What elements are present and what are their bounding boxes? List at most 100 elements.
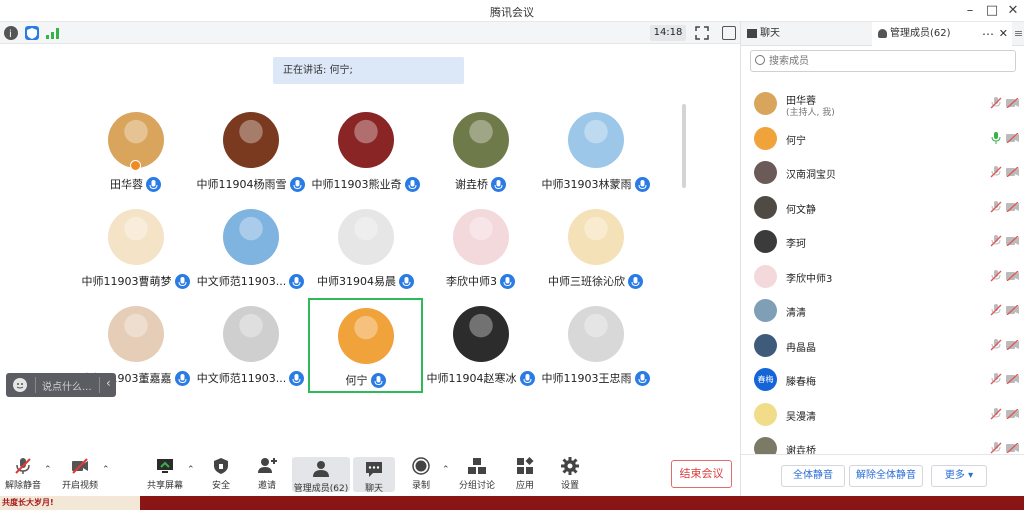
security-label: 安全 [211, 481, 230, 491]
share-label: 共享屏幕 [146, 481, 183, 491]
shield-icon[interactable] [25, 26, 39, 40]
member-row[interactable]: 春梅 滕春梅 [741, 362, 1024, 396]
participant-name-text: 中文师范11903... [196, 275, 287, 288]
layout-icon[interactable] [722, 26, 736, 40]
camera-off-icon[interactable] [1006, 373, 1020, 385]
avatar [754, 126, 777, 150]
close-button[interactable]: ✕ [1003, 2, 1023, 20]
mic-muted-icon[interactable] [990, 269, 1002, 282]
members-tab-icon [878, 28, 887, 38]
mic-icon [628, 273, 643, 289]
mic-muted-icon[interactable] [990, 97, 1002, 109]
participant-tile[interactable]: 中师31903林蒙雨 [538, 104, 653, 199]
video-options-caret-icon[interactable]: ⌃ [102, 465, 110, 475]
mic-muted-icon[interactable] [990, 338, 1002, 351]
invite-label: 邀请 [257, 481, 276, 491]
unmute-all-button[interactable]: 解除全体静音 [849, 465, 923, 487]
apps-button[interactable]: 应用 [510, 456, 540, 492]
camera-off-icon[interactable] [1006, 304, 1020, 316]
close-panel-icon[interactable]: ✕ [999, 22, 1008, 46]
maximize-button[interactable]: □ [982, 2, 1002, 20]
mic-muted-icon[interactable] [990, 166, 1002, 178]
member-row[interactable]: 清清 [741, 293, 1024, 327]
mic-active-icon[interactable] [990, 131, 1002, 144]
more-button[interactable]: 更多 ▾ [931, 465, 987, 487]
host-badge-icon [130, 160, 141, 171]
breakout-button[interactable]: 分组讨论 [458, 456, 496, 492]
tab-chat[interactable]: 聊天 [741, 22, 871, 46]
mic-muted-icon[interactable] [990, 373, 1002, 385]
mic-icon [634, 370, 650, 386]
member-row[interactable]: 何文静 [741, 190, 1024, 224]
settings-button[interactable]: 设置 [555, 456, 585, 492]
camera-off-icon[interactable] [1006, 235, 1020, 247]
participant-tile[interactable]: 中师11903王忠雨 [538, 298, 653, 393]
unmute-button[interactable]: 解除静音 [4, 456, 42, 492]
member-row[interactable]: 汉南洞宝贝 [741, 155, 1024, 189]
camera-off-icon[interactable] [1006, 201, 1020, 212]
member-row[interactable]: 冉晶晶 [741, 328, 1024, 362]
record-button[interactable]: 录制 [406, 456, 436, 492]
mic-muted-icon[interactable] [990, 200, 1002, 213]
chat-button[interactable]: 聊天 [353, 457, 395, 494]
info-icon[interactable]: i [4, 26, 18, 40]
breakout-rooms-icon [468, 458, 486, 474]
collapse-chevron-icon[interactable]: ‹ [106, 376, 111, 390]
signal-icon[interactable] [46, 27, 60, 39]
mic-muted-icon[interactable] [990, 235, 1002, 247]
grid-scrollbar[interactable] [682, 104, 686, 188]
side-panel: 聊天 管理成员(62) ⋯ ✕ ≡ 田华蓉(主持人, 我) 何宁汉南洞宝贝何文静李… [740, 22, 1024, 496]
mic-icon [500, 273, 515, 289]
manage-members-button[interactable]: 管理成员(62) [292, 457, 350, 494]
share-screen-button[interactable]: 共享屏幕 [146, 456, 184, 492]
background-strip: 共度长大岁月! [0, 496, 1024, 510]
member-row[interactable]: 田华蓉 (主持人, 我) [741, 86, 1024, 120]
chat-input-placeholder[interactable]: 说点什么... [42, 378, 92, 393]
participant-name-text: 中文师范11903... [196, 372, 287, 385]
member-name: 李欣中师3 [786, 273, 833, 285]
member-row[interactable]: 李欣中师3 [741, 259, 1024, 293]
tab-members[interactable]: 管理成员(62) ⋯ ✕ [872, 22, 1012, 46]
speaking-indicator: 正在讲话: 何宁; [273, 57, 464, 84]
avatar [452, 112, 509, 168]
end-meeting-button[interactable]: 结束会议 [671, 460, 732, 488]
member-row[interactable]: 何宁 [741, 121, 1024, 155]
member-name: 何宁 [786, 135, 806, 147]
camera-off-icon[interactable] [1006, 132, 1020, 143]
camera-off-icon[interactable] [1006, 97, 1020, 109]
mic-icon [146, 176, 161, 192]
mute-all-button[interactable]: 全体静音 [781, 465, 845, 487]
minimize-button[interactable]: – [960, 2, 980, 20]
member-search[interactable] [750, 50, 1016, 72]
record-options-caret-icon[interactable]: ⌃ [442, 465, 450, 475]
quick-chat-bar[interactable]: 说点什么... ‹ [6, 373, 116, 397]
participant-name-text: 中师11904赵寒冰 [426, 372, 517, 385]
emoji-icon[interactable] [13, 378, 27, 392]
mic-muted-icon[interactable] [990, 304, 1002, 316]
mic-muted-icon[interactable] [990, 407, 1002, 420]
fullscreen-icon[interactable] [695, 26, 709, 40]
avatar [754, 299, 777, 322]
avatar [107, 209, 164, 265]
camera-off-icon[interactable] [1006, 408, 1020, 419]
mic-muted-icon[interactable] [990, 442, 1002, 454]
security-button[interactable]: 安全 [206, 456, 236, 492]
share-options-caret-icon[interactable]: ⌃ [187, 465, 195, 475]
search-input[interactable] [769, 53, 1009, 69]
avatar: 春梅 [754, 368, 777, 391]
camera-off-icon[interactable] [1006, 270, 1020, 281]
invite-button[interactable]: 邀请 [252, 456, 282, 492]
members-icon [313, 461, 329, 477]
more-icon[interactable]: ⋯ [982, 22, 994, 46]
avatar [222, 209, 279, 265]
camera-off-icon[interactable] [1006, 442, 1020, 454]
menu-icon[interactable]: ≡ [1012, 22, 1024, 46]
start-video-button[interactable]: 开启视频 [60, 456, 100, 492]
participant-tile[interactable]: 中师三班徐沁欣 [538, 201, 653, 296]
member-row[interactable]: 李珂 [741, 224, 1024, 258]
member-row[interactable]: 吴漫清 [741, 397, 1024, 431]
member-name: 滕春梅 [786, 377, 816, 388]
camera-off-icon[interactable] [1006, 166, 1020, 178]
audio-options-caret-icon[interactable]: ⌃ [44, 465, 52, 475]
camera-off-icon[interactable] [1006, 339, 1020, 350]
